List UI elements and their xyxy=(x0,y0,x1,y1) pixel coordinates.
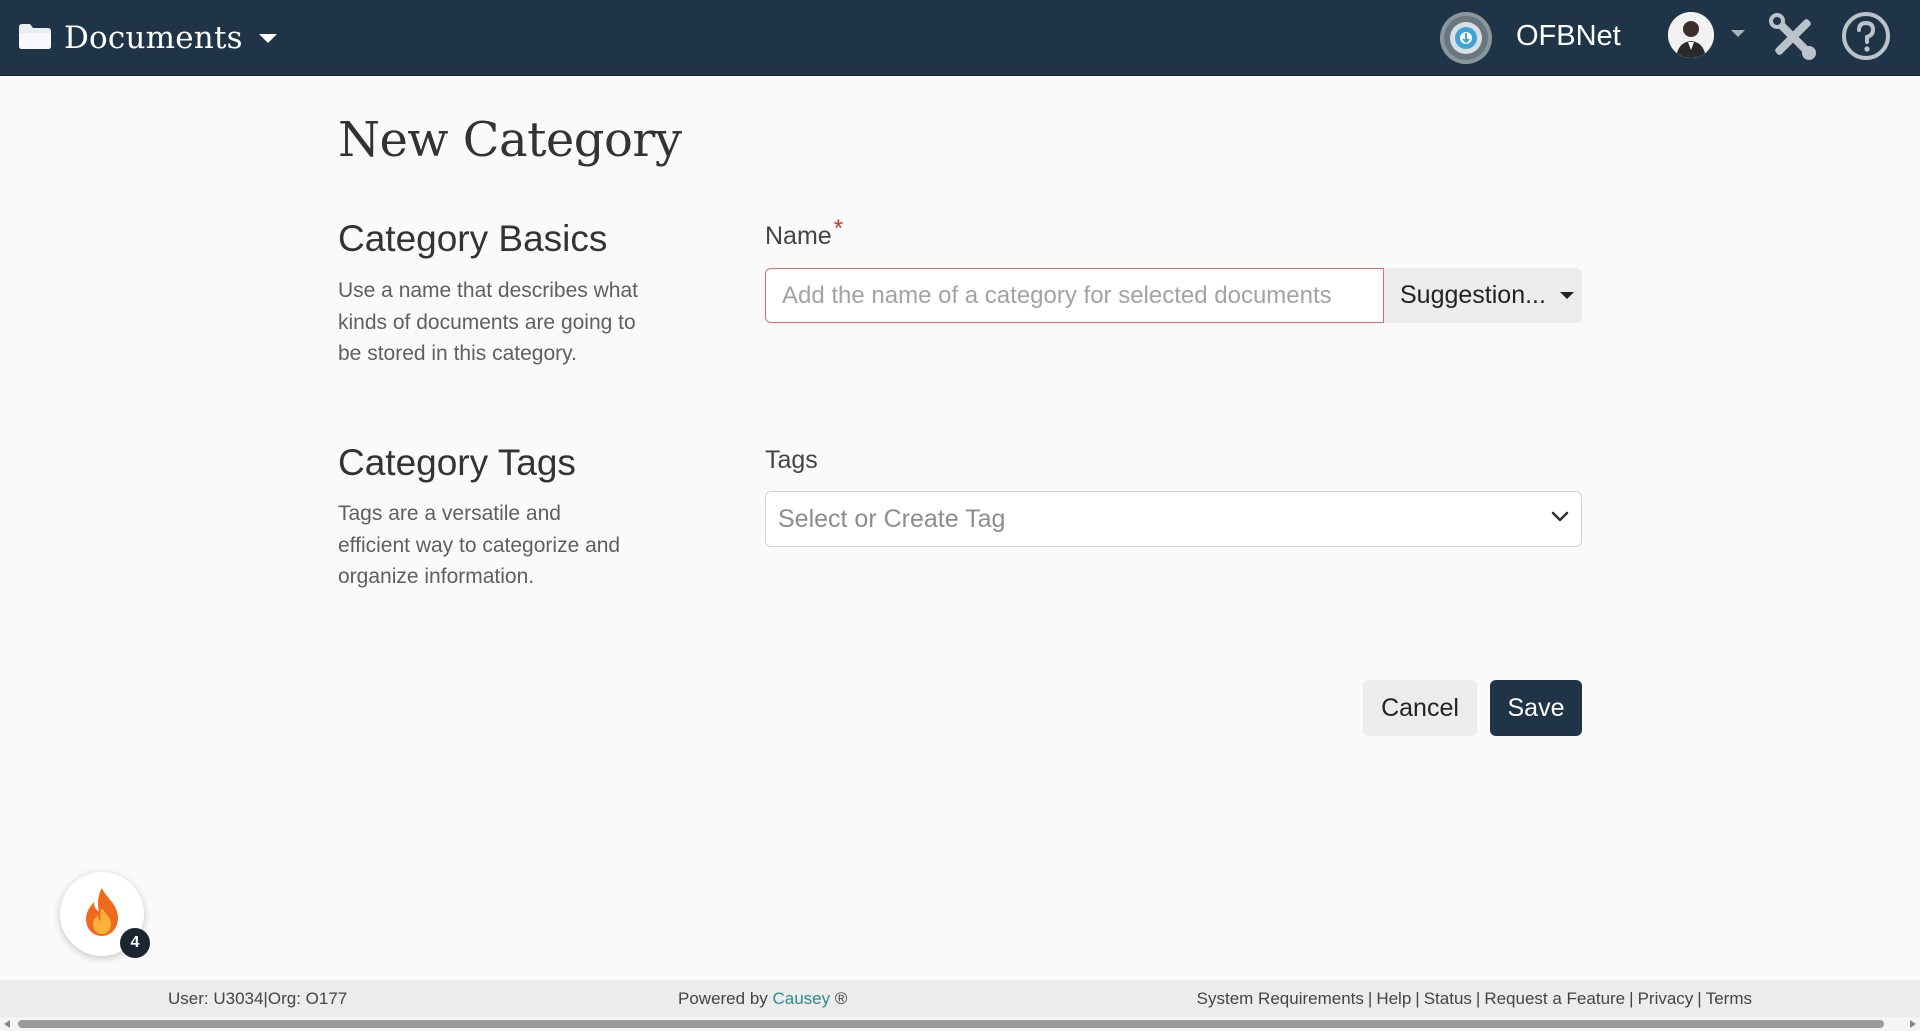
category-basics-description: Use a name that describes what kinds of … xyxy=(338,279,638,365)
divider: | xyxy=(1475,989,1481,1008)
footer-powered-by: Powered by Causey ® xyxy=(678,989,847,1009)
user-menu-chevron-icon[interactable] xyxy=(1731,30,1745,37)
category-tags-description: Tags are a versatile and efficient way t… xyxy=(338,502,621,588)
help-icon[interactable] xyxy=(1840,10,1892,62)
divider: | xyxy=(1697,989,1702,1008)
folder-icon xyxy=(18,22,52,55)
scrollbar-thumb[interactable] xyxy=(18,1020,1884,1028)
name-label: Name* xyxy=(765,215,843,251)
category-name-input[interactable] xyxy=(765,268,1384,323)
org-logo-icon xyxy=(1440,12,1492,64)
powered-prefix: Powered by xyxy=(678,989,773,1008)
suggestion-label: Suggestion... xyxy=(1400,281,1546,309)
suggestion-dropdown-button[interactable]: Suggestion... xyxy=(1384,268,1582,323)
app-switcher[interactable]: Documents xyxy=(18,16,277,60)
required-marker: * xyxy=(833,215,844,242)
notifications-fab[interactable]: 4 xyxy=(60,872,150,958)
notification-count-badge: 4 xyxy=(120,928,150,958)
footer-user-info: User: U3034|Org: O177 xyxy=(168,989,348,1008)
footer-link-system-requirements[interactable]: System Requirements xyxy=(1197,989,1364,1008)
footer-link-help[interactable]: Help xyxy=(1376,989,1411,1008)
chevron-down-icon xyxy=(258,33,277,43)
footer-link-terms[interactable]: Terms xyxy=(1706,989,1752,1008)
footer-link-privacy[interactable]: Privacy xyxy=(1638,989,1694,1008)
scroll-right-arrow-icon[interactable] xyxy=(1910,1020,1916,1028)
page-title: New Category xyxy=(338,112,682,168)
divider: | xyxy=(1415,989,1420,1008)
save-button[interactable]: Save xyxy=(1490,680,1582,736)
cancel-button[interactable]: Cancel xyxy=(1363,680,1477,736)
org-name: OFBNet xyxy=(1516,20,1621,52)
category-tags-heading: Category Tags xyxy=(338,442,576,483)
avatar[interactable] xyxy=(1668,12,1714,58)
tags-placeholder: Select or Create Tag xyxy=(778,504,1006,533)
top-navbar: Documents OFBNet xyxy=(0,0,1920,76)
powered-suffix: ® xyxy=(830,989,848,1008)
footer-links: System Requirements | Help | Status | Request … xyxy=(1197,989,1752,1009)
tags-select[interactable]: Select or Create Tag xyxy=(765,491,1582,547)
tools-icon[interactable] xyxy=(1766,10,1820,64)
footer-link-status[interactable]: Status xyxy=(1424,989,1472,1008)
app-title: Documents xyxy=(64,20,243,56)
divider: | xyxy=(1367,989,1373,1008)
flame-icon xyxy=(80,886,124,943)
name-label-text: Name xyxy=(765,222,832,250)
chevron-down-icon xyxy=(1551,510,1569,528)
tags-label: Tags xyxy=(765,446,818,474)
footer-link-request-feature[interactable]: Request a Feature xyxy=(1484,989,1625,1008)
footer: User: U3034|Org: O177 Powered by Causey … xyxy=(0,980,1920,1017)
causey-link[interactable]: Causey xyxy=(773,989,831,1008)
horizontal-scrollbar[interactable] xyxy=(0,1017,1920,1031)
scroll-left-arrow-icon[interactable] xyxy=(4,1020,10,1028)
caret-down-icon xyxy=(1559,292,1574,299)
divider: | xyxy=(1629,989,1634,1008)
category-basics-heading: Category Basics xyxy=(338,218,608,259)
